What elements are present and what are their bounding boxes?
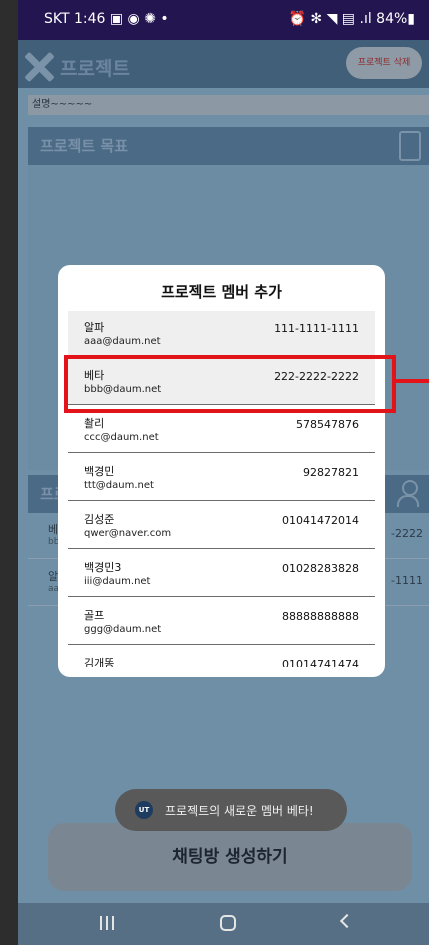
background-member-phone: -1111 [391,574,423,587]
close-icon[interactable] [24,52,54,82]
member-name: 백경민 [84,465,115,478]
member-row[interactable]: 김개똥 01014741474 [68,647,375,667]
member-name: 김성준 [84,513,115,526]
recent-apps-icon[interactable] [100,916,114,930]
status-bar: SKT 1:46 ▣ ◉ ✺ • ⏰ ✻ ◥ ▤ .ıl 84%▮ [18,0,429,40]
member-email: qwer@naver.com [84,528,172,539]
create-chatroom-button[interactable]: 채팅방 생성하기 [48,823,412,891]
screenshot-frame: SKT 1:46 ▣ ◉ ✺ • ⏰ ✻ ◥ ▤ .ıl 84%▮ 프로젝트 프… [0,0,429,945]
status-right: ⏰ ✻ ◥ ▤ .ıl 84%▮ [288,11,415,27]
member-email: iii@daum.net [84,576,151,587]
member-row[interactable]: 백경민 ttt@daum.net 92827821 [68,455,375,501]
member-row[interactable]: 김성준 qwer@naver.com 01041472014 [68,503,375,549]
toast-notification: UT 프로젝트의 새로운 멤버 베타! [115,789,347,831]
goal-header: 프로젝트 목표 [28,127,429,165]
member-phone: 01028283828 [282,562,359,575]
member-email: ccc@daum.net [84,432,159,443]
app-logo-icon: UT [135,801,153,819]
back-icon[interactable] [339,913,355,929]
member-name: 촬리 [84,417,105,430]
highlight-pointer [396,379,429,383]
member-row[interactable]: 알파 aaa@daum.net 111-1111-1111 [68,311,375,357]
navigation-bar [18,903,429,945]
member-email: aaa@daum.net [84,336,161,347]
member-name: 알파 [84,321,105,334]
member-row[interactable]: 촬리 ccc@daum.net 578547876 [68,407,375,453]
status-left: SKT 1:46 ▣ ◉ ✺ • [44,11,169,27]
member-email: ggg@daum.net [84,624,162,635]
app-title: 프로젝트 [60,58,130,80]
highlight-box [64,355,396,413]
background-member-phone: -2222 [391,527,423,540]
member-email: ttt@daum.net [84,480,154,491]
member-name: 김개똥 [84,657,115,667]
member-phone: 92827821 [303,466,359,479]
delete-project-button[interactable]: 프로젝트 삭제 [346,47,422,79]
member-phone: 01014741474 [282,658,359,667]
document-add-icon[interactable] [399,131,421,161]
person-add-icon[interactable] [397,480,419,507]
description-field[interactable]: 설명~~~~~ [28,95,429,115]
member-phone: 578547876 [296,418,359,431]
member-row[interactable]: 백경민3 iii@daum.net 01028283828 [68,551,375,597]
member-name: 골프 [84,609,105,622]
member-phone: 111-1111-1111 [274,322,359,335]
dialog-title: 프로젝트 멤버 추가 [161,283,282,301]
member-name: 백경민3 [84,561,122,574]
member-phone: 88888888888 [282,610,359,623]
member-phone: 01041472014 [282,514,359,527]
goal-header-label: 프로젝트 목표 [40,137,129,155]
home-icon[interactable] [220,915,236,931]
add-member-dialog: 프로젝트 멤버 추가 알파 aaa@daum.net 111-1111-1111… [58,265,385,677]
toast-message: 프로젝트의 새로운 멤버 베타! [165,804,314,818]
member-row[interactable]: 골프 ggg@daum.net 88888888888 [68,599,375,645]
